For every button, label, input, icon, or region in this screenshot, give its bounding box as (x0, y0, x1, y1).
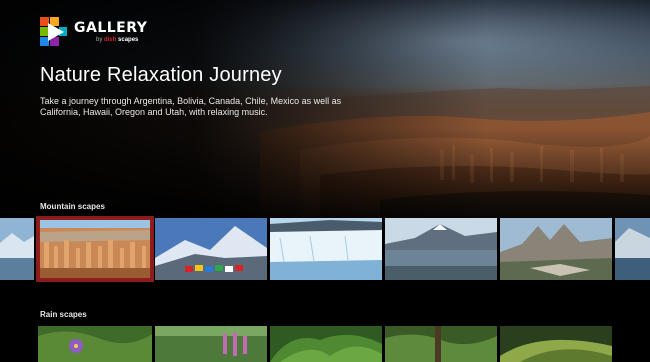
row-label-rain-scapes: Rain scapes (40, 310, 87, 319)
gallery-play-logo-icon (40, 17, 67, 46)
tile-forest-leaves-image (385, 326, 497, 362)
tile-mountain-lake-image (385, 218, 497, 280)
tile-green-ferns-image (270, 326, 382, 362)
tile-glacier-image (270, 218, 382, 280)
tile-partial-left-image (0, 218, 34, 280)
tile-snowy-peaks-image (155, 218, 267, 280)
tile-pink-wildflowers[interactable] (155, 326, 267, 362)
tile-canyon-hoodoos-image (38, 218, 152, 280)
logo-subtitle: by dish scapes (96, 37, 147, 43)
tile-mountain-lake[interactable] (385, 218, 497, 280)
tile-palm-fronds[interactable] (500, 326, 612, 362)
tile-glacier[interactable] (270, 218, 382, 280)
mountain-scapes-row (0, 216, 650, 282)
tile-pink-wildflowers-image (155, 326, 267, 362)
tile-purple-flower[interactable] (38, 326, 152, 362)
tile-palm-fronds-image (500, 326, 612, 362)
tile-rocky-peaks-image (500, 218, 612, 280)
tile-green-ferns[interactable] (270, 326, 382, 362)
tile-partial-left[interactable] (0, 218, 34, 280)
logo-by: by (96, 37, 103, 43)
row-label-mountain-scapes: Mountain scapes (40, 202, 105, 211)
rain-scapes-row (0, 326, 650, 362)
page-title: Nature Relaxation Journey (40, 64, 282, 86)
gallery-logo: GALLERY by dish scapes (40, 17, 147, 47)
hero-description: Take a journey through Argentina, Bolivi… (40, 96, 342, 117)
tile-purple-flower-image (38, 326, 152, 362)
tile-snowy-peaks[interactable] (155, 218, 267, 280)
tile-rocky-peaks[interactable] (500, 218, 612, 280)
tile-partial-right[interactable] (615, 218, 650, 280)
tile-partial-right-image (615, 218, 650, 280)
logo-brand-dish: dish (104, 37, 117, 43)
logo-brand-scapes: scapes (118, 37, 139, 43)
tile-canyon-hoodoos[interactable] (36, 216, 154, 282)
logo-title: GALLERY (74, 20, 148, 36)
tile-forest-leaves[interactable] (385, 326, 497, 362)
